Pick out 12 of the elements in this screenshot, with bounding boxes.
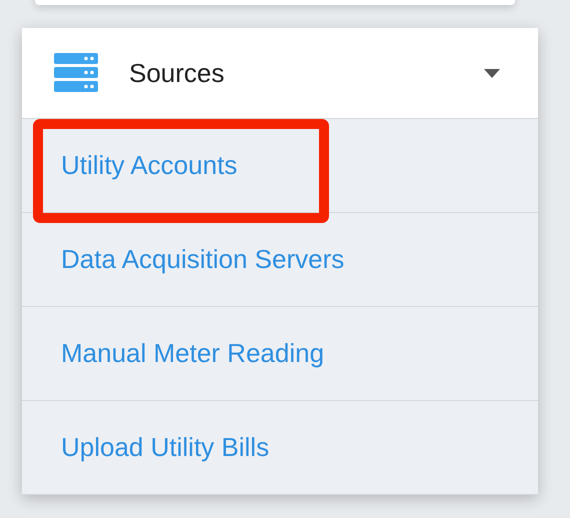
menu-item[interactable]: Utility Accounts — [22, 119, 538, 213]
menu-link[interactable]: Upload Utility Bills — [61, 432, 270, 463]
caret-icon[interactable] — [484, 68, 500, 78]
menu-item[interactable]: Upload Utility Bills — [22, 401, 538, 495]
menu-item[interactable]: Data Acquisition Servers — [22, 213, 538, 307]
menu-link[interactable]: Utility Accounts — [61, 150, 238, 181]
menu-item[interactable]: Manual Meter Reading — [22, 307, 538, 401]
menu-link[interactable]: Manual Meter Reading — [61, 338, 324, 369]
section-title: Sources — [129, 58, 226, 88]
menu-link[interactable]: Data Acquisition Servers — [61, 244, 344, 275]
server-icon — [54, 53, 98, 93]
sources-header[interactable]: Sources — [22, 28, 538, 119]
